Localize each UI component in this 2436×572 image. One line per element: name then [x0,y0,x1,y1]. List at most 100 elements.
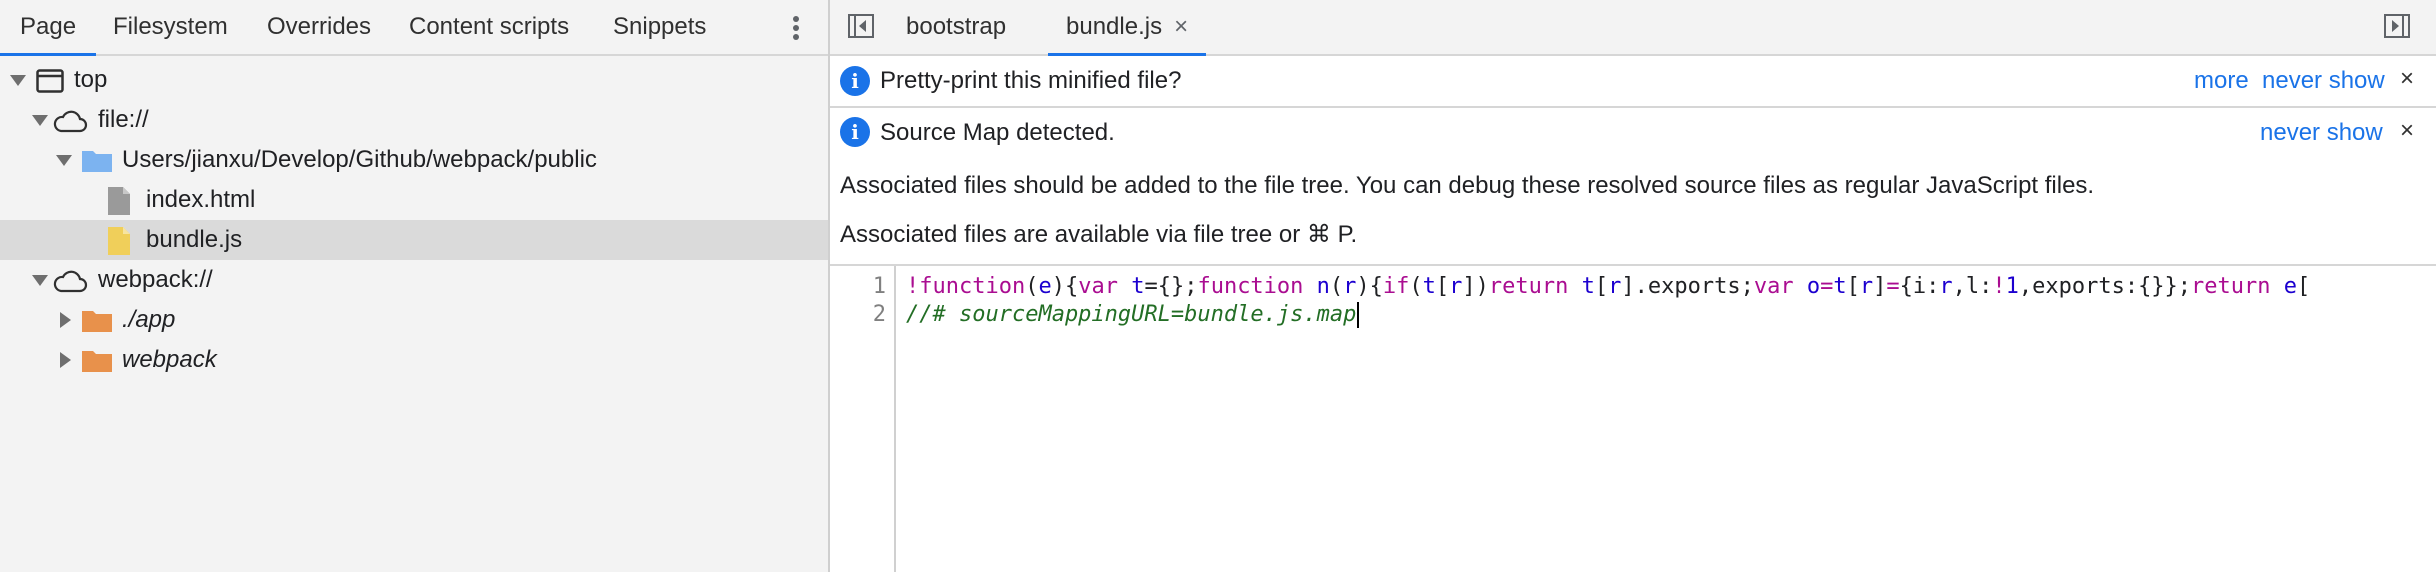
code-token: [ [1594,274,1609,299]
cloud-icon [53,110,88,133]
tree-label: bundle.js [146,226,243,253]
code-token: n [1316,274,1330,299]
line-number-gutter: 1 2 [830,266,896,572]
never-show-link[interactable]: never show [2260,119,2383,147]
code-token: ){ [1051,274,1079,299]
collapse-arrow-icon[interactable] [60,312,71,328]
tab-content-scripts[interactable]: Content scripts [409,0,569,54]
tree-label: webpack [122,346,217,373]
file-icon [108,187,130,215]
tree-label: file:// [98,106,149,133]
code-token: e [2283,274,2298,299]
close-icon[interactable]: × [1174,13,1188,40]
folder-icon [82,311,112,332]
code-token: [ [1846,274,1860,299]
expand-arrow-icon[interactable] [32,115,48,126]
never-show-link[interactable]: never show [2262,67,2385,95]
code-token: ].exports; [1621,274,1754,299]
expand-arrow-icon[interactable] [10,75,26,86]
tree-item-index-html[interactable]: index.html [0,180,828,220]
navigator-panel: Page Filesystem Overrides Content script… [0,0,830,572]
code-editor[interactable]: 1 2 !function(e){var t={};function n(r){… [830,266,2436,572]
info-icon: i [840,66,870,96]
expand-arrow-icon[interactable] [32,275,48,286]
tree-item-file-origin[interactable]: file:// [0,100,828,140]
code-token: ( [1409,274,1423,299]
kebab-menu-icon[interactable] [786,14,806,42]
code-token: r [1939,274,1953,299]
infobar-message: Pretty-print this minified file? [880,67,1182,94]
code-token: function [919,274,1026,299]
infobar-detail: Associated files should be added to the … [840,172,2095,199]
code-token: {i: [1899,274,1940,299]
code-token: ( [1329,274,1344,299]
tab-page[interactable]: Page [0,0,97,56]
tree-item-webpack-folder[interactable]: webpack [0,340,828,380]
tree-item-bundle-js[interactable]: bundle.js [0,220,828,260]
code-token: ! [906,274,920,299]
collapse-arrow-icon[interactable] [60,352,71,368]
toggle-debugger-icon[interactable] [2384,14,2410,38]
code-comment: //# sourceMappingURL=bundle.js.map [906,302,1357,327]
editor-tab-label: bundle.js [1066,13,1163,40]
tree-label: Users/jianxu/Develop/Github/webpack/publ… [122,146,597,173]
frame-icon [36,69,64,93]
code-token: if [1382,274,1410,299]
line-number: 1 [872,274,886,299]
toggle-navigator-icon[interactable] [848,14,874,38]
editor-tabbar: bootstrap bundle.js × [830,0,2436,56]
code-token: ! [1992,274,2006,299]
code-line-2[interactable]: //# sourceMappingURL=bundle.js.map [906,302,1360,328]
tree-label: index.html [146,186,256,213]
code-token: var [1753,274,1794,299]
code-token: t [1131,274,1145,299]
code-token: e [1038,274,1052,299]
code-token: function [1197,274,1304,299]
tab-overrides[interactable]: Overrides [267,0,371,54]
code-token: t [1581,274,1595,299]
code-token: r [1449,274,1463,299]
cloud-icon [53,270,88,293]
tab-snippets[interactable]: Snippets [613,0,706,54]
code-token: = [1886,274,1900,299]
expand-arrow-icon[interactable] [56,155,72,166]
code-token: 1 [2005,274,2019,299]
editor-tab-label: bootstrap [906,13,1007,40]
tree-item-app-folder[interactable]: ./app [0,300,828,340]
code-token: o [1806,274,1821,299]
editor-tab-bootstrap[interactable]: bootstrap [906,0,1006,54]
tree-label: webpack:// [98,266,213,293]
navigator-tabbar: Page Filesystem Overrides Content script… [0,0,828,56]
editor-panel: bootstrap bundle.js × i Pretty-print this… [830,0,2436,572]
more-link[interactable]: more [2194,67,2249,95]
tree-item-webpack-origin[interactable]: webpack:// [0,260,828,300]
code-token: return [2191,274,2271,299]
folder-icon [82,151,112,172]
editor-tab-bundle-js[interactable]: bundle.js × [1047,0,1207,56]
folder-icon [82,351,112,372]
code-token: ,exports:{}}; [2018,274,2192,299]
tree-label: ./app [122,306,176,333]
close-icon[interactable]: × [2400,117,2414,145]
infobar-message: Source Map detected. [880,119,1115,146]
tab-filesystem[interactable]: Filesystem [113,0,228,54]
pretty-print-infobar: i Pretty-print this minified file? more … [830,56,2436,108]
tree-item-top[interactable]: top [0,60,828,100]
code-token: ){ [1356,274,1383,299]
code-token: ={}; [1144,274,1198,299]
text-caret [1357,302,1360,328]
source-map-infobar: i Source Map detected. never show × Asso… [830,108,2436,266]
tree-item-folder[interactable]: Users/jianxu/Develop/Github/webpack/publ… [0,140,828,180]
code-line-1[interactable]: !function(e){var t={};function n(r){if(t… [906,274,2310,299]
code-token: t [1833,274,1847,299]
code-token: return [1488,274,1569,299]
close-icon[interactable]: × [2400,65,2414,93]
code-token: ] [1873,274,1887,299]
infobar-detail: Associated files are available via file … [840,221,1358,248]
code-token: r [1343,274,1357,299]
